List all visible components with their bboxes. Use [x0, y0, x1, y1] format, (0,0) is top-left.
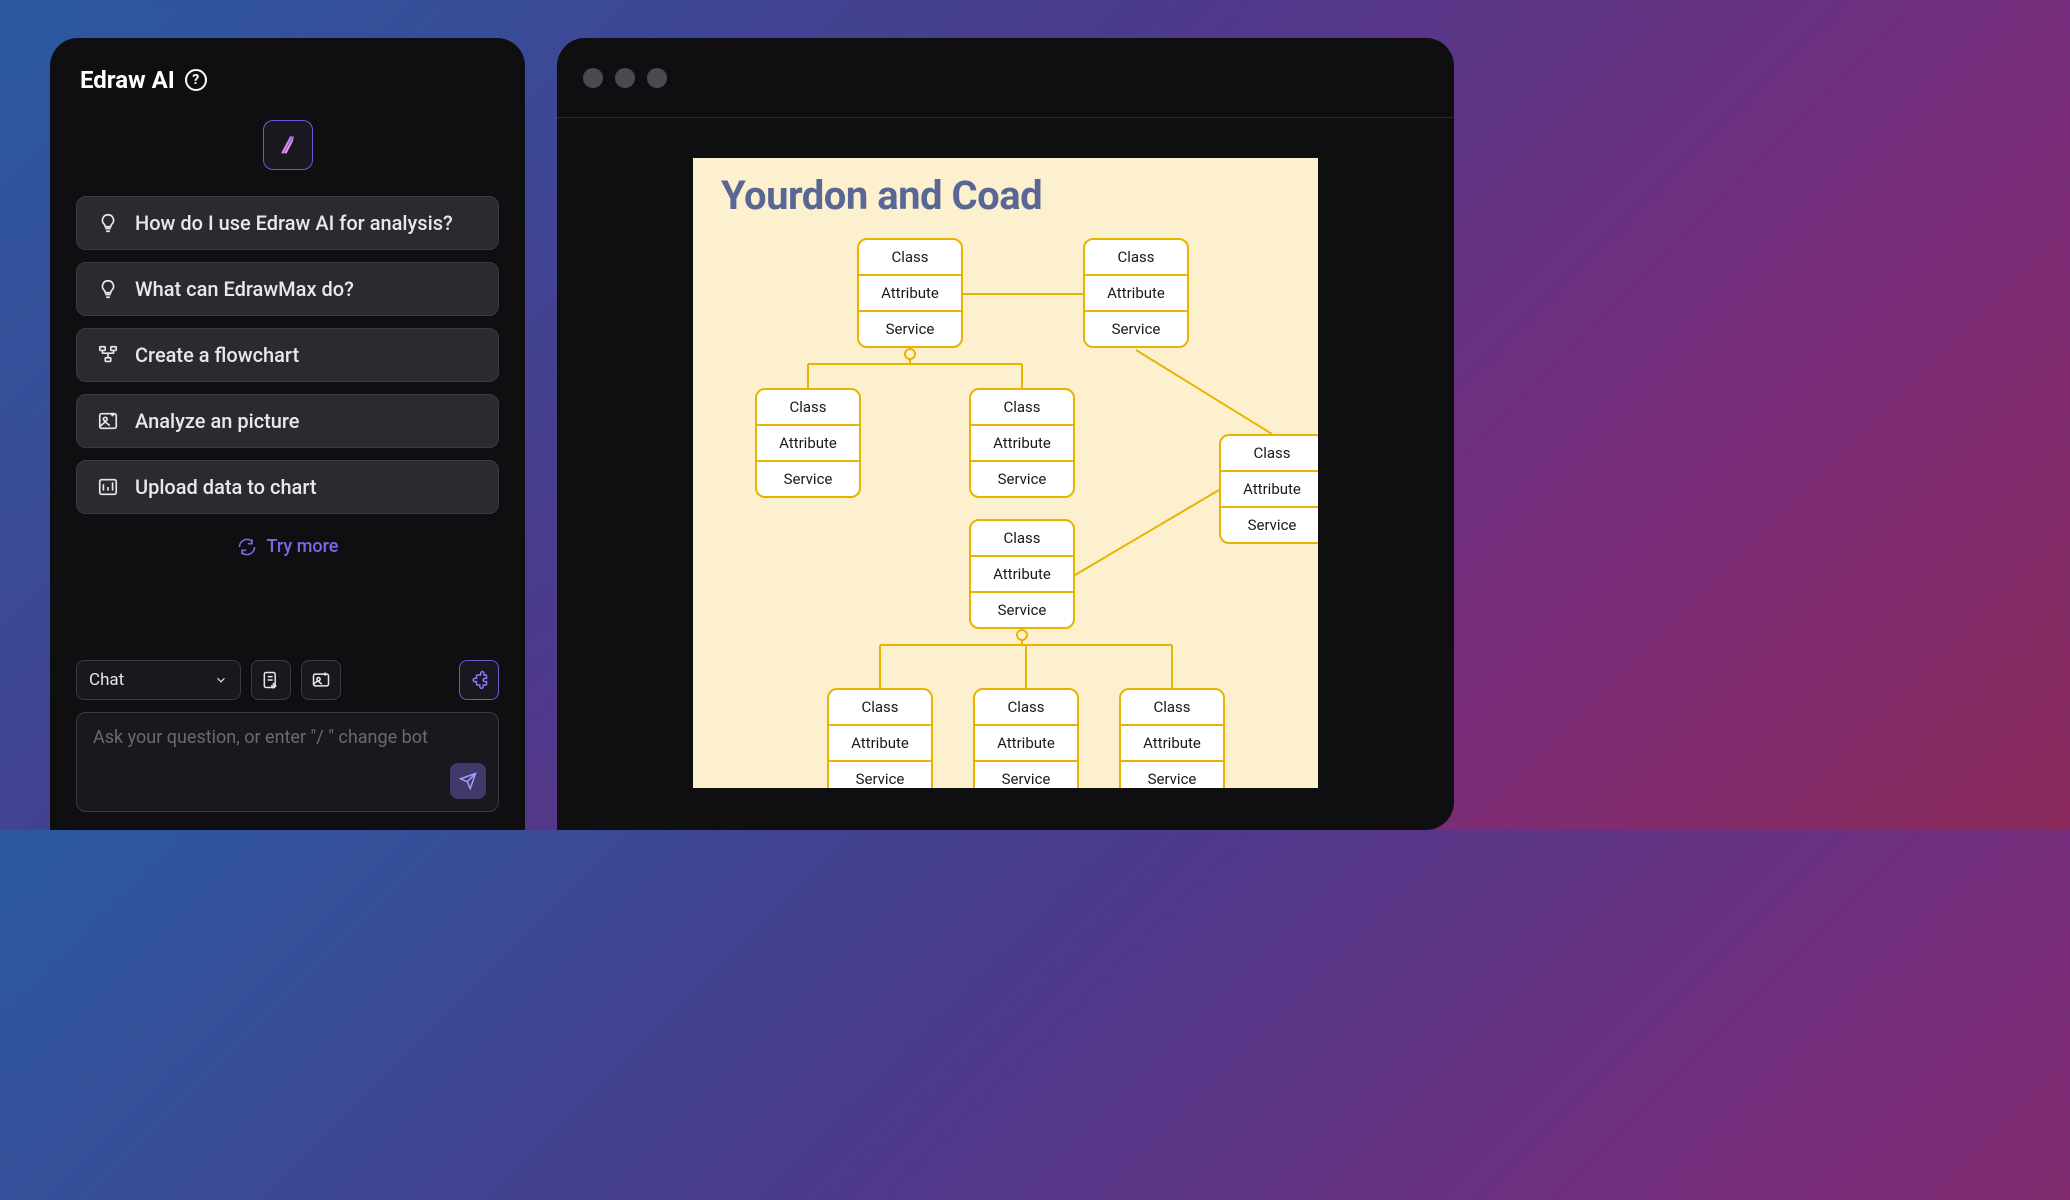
panel-header: Edraw AI ? — [76, 66, 499, 94]
node-attribute-label: Attribute — [859, 274, 961, 310]
node-class-label: Class — [829, 690, 931, 724]
mode-select[interactable]: Chat — [76, 660, 241, 700]
node-attribute-label: Attribute — [971, 424, 1073, 460]
suggestion-button[interactable]: Analyze an picture — [76, 394, 499, 448]
try-more-button[interactable]: Try more — [76, 536, 499, 557]
logo: // — [76, 120, 499, 170]
plugin-button[interactable] — [459, 660, 499, 700]
node-class-label: Class — [971, 390, 1073, 424]
node-service-label: Service — [859, 310, 961, 346]
suggestion-label: How do I use Edraw AI for analysis? — [135, 211, 453, 235]
new-doc-button[interactable] — [251, 660, 291, 700]
suggestion-label: What can EdrawMax do? — [135, 277, 354, 301]
refresh-icon — [237, 537, 257, 557]
node-class-label: Class — [757, 390, 859, 424]
puzzle-icon — [469, 670, 489, 690]
node-class-label: Class — [1121, 690, 1223, 724]
node-service-label: Service — [1121, 760, 1223, 788]
bulb-icon — [97, 278, 119, 300]
class-node[interactable]: Class Attribute Service — [1119, 688, 1225, 788]
window-bar — [557, 38, 1454, 118]
class-node[interactable]: Class Attribute Service — [755, 388, 861, 498]
image-plus-icon — [311, 670, 331, 690]
app-logo-icon: // — [263, 120, 313, 170]
chevron-down-icon — [214, 673, 228, 687]
suggestion-list: How do I use Edraw AI for analysis? What… — [76, 196, 499, 514]
try-more-label: Try more — [267, 536, 339, 557]
node-service-label: Service — [829, 760, 931, 788]
canvas-window: Yourdon and Coad Class Attribute Service… — [557, 38, 1454, 830]
flow-icon — [97, 344, 119, 366]
class-node[interactable]: Class Attribute Service — [973, 688, 1079, 788]
suggestion-button[interactable]: How do I use Edraw AI for analysis? — [76, 196, 499, 250]
node-service-label: Service — [971, 591, 1073, 627]
suggestion-button[interactable]: Upload data to chart — [76, 460, 499, 514]
mode-select-label: Chat — [89, 670, 124, 690]
node-class-label: Class — [1221, 436, 1318, 470]
node-service-label: Service — [757, 460, 859, 496]
window-dot — [583, 68, 603, 88]
node-class-label: Class — [975, 690, 1077, 724]
suggestion-button[interactable]: Create a flowchart — [76, 328, 499, 382]
send-icon — [459, 772, 477, 790]
class-node[interactable]: Class Attribute Service — [1219, 434, 1318, 544]
add-image-button[interactable] — [301, 660, 341, 700]
node-attribute-label: Attribute — [1121, 724, 1223, 760]
input-toolbar: Chat — [76, 660, 499, 700]
diagram-canvas[interactable]: Yourdon and Coad Class Attribute Service… — [693, 158, 1318, 788]
node-attribute-label: Attribute — [975, 724, 1077, 760]
suggestion-button[interactable]: What can EdrawMax do? — [76, 262, 499, 316]
class-node[interactable]: Class Attribute Service — [1083, 238, 1189, 348]
chat-input-placeholder: Ask your question, or enter "/ " change … — [93, 727, 482, 748]
suggestion-label: Create a flowchart — [135, 343, 299, 367]
panel-title: Edraw AI — [80, 66, 175, 94]
class-node[interactable]: Class Attribute Service — [827, 688, 933, 788]
bulb-icon — [97, 212, 119, 234]
window-dot — [647, 68, 667, 88]
chart-icon — [97, 476, 119, 498]
help-icon[interactable]: ? — [185, 69, 207, 91]
send-button[interactable] — [450, 763, 486, 799]
class-node[interactable]: Class Attribute Service — [969, 388, 1075, 498]
window-dot — [615, 68, 635, 88]
node-attribute-label: Attribute — [1221, 470, 1318, 506]
node-class-label: Class — [971, 521, 1073, 555]
node-attribute-label: Attribute — [829, 724, 931, 760]
ai-panel: Edraw AI ? // How do I use Edraw AI for … — [50, 38, 525, 830]
doc-arrow-icon — [261, 670, 281, 690]
image-icon — [97, 410, 119, 432]
node-service-label: Service — [1221, 506, 1318, 542]
suggestion-label: Upload data to chart — [135, 475, 317, 499]
class-node[interactable]: Class Attribute Service — [857, 238, 963, 348]
class-node[interactable]: Class Attribute Service — [969, 519, 1075, 629]
node-service-label: Service — [1085, 310, 1187, 346]
node-class-label: Class — [1085, 240, 1187, 274]
chat-input[interactable]: Ask your question, or enter "/ " change … — [76, 712, 499, 812]
node-attribute-label: Attribute — [971, 555, 1073, 591]
node-attribute-label: Attribute — [1085, 274, 1187, 310]
node-attribute-label: Attribute — [757, 424, 859, 460]
suggestion-label: Analyze an picture — [135, 409, 300, 433]
canvas-area: Yourdon and Coad Class Attribute Service… — [557, 118, 1454, 830]
node-service-label: Service — [971, 460, 1073, 496]
node-class-label: Class — [859, 240, 961, 274]
node-service-label: Service — [975, 760, 1077, 788]
